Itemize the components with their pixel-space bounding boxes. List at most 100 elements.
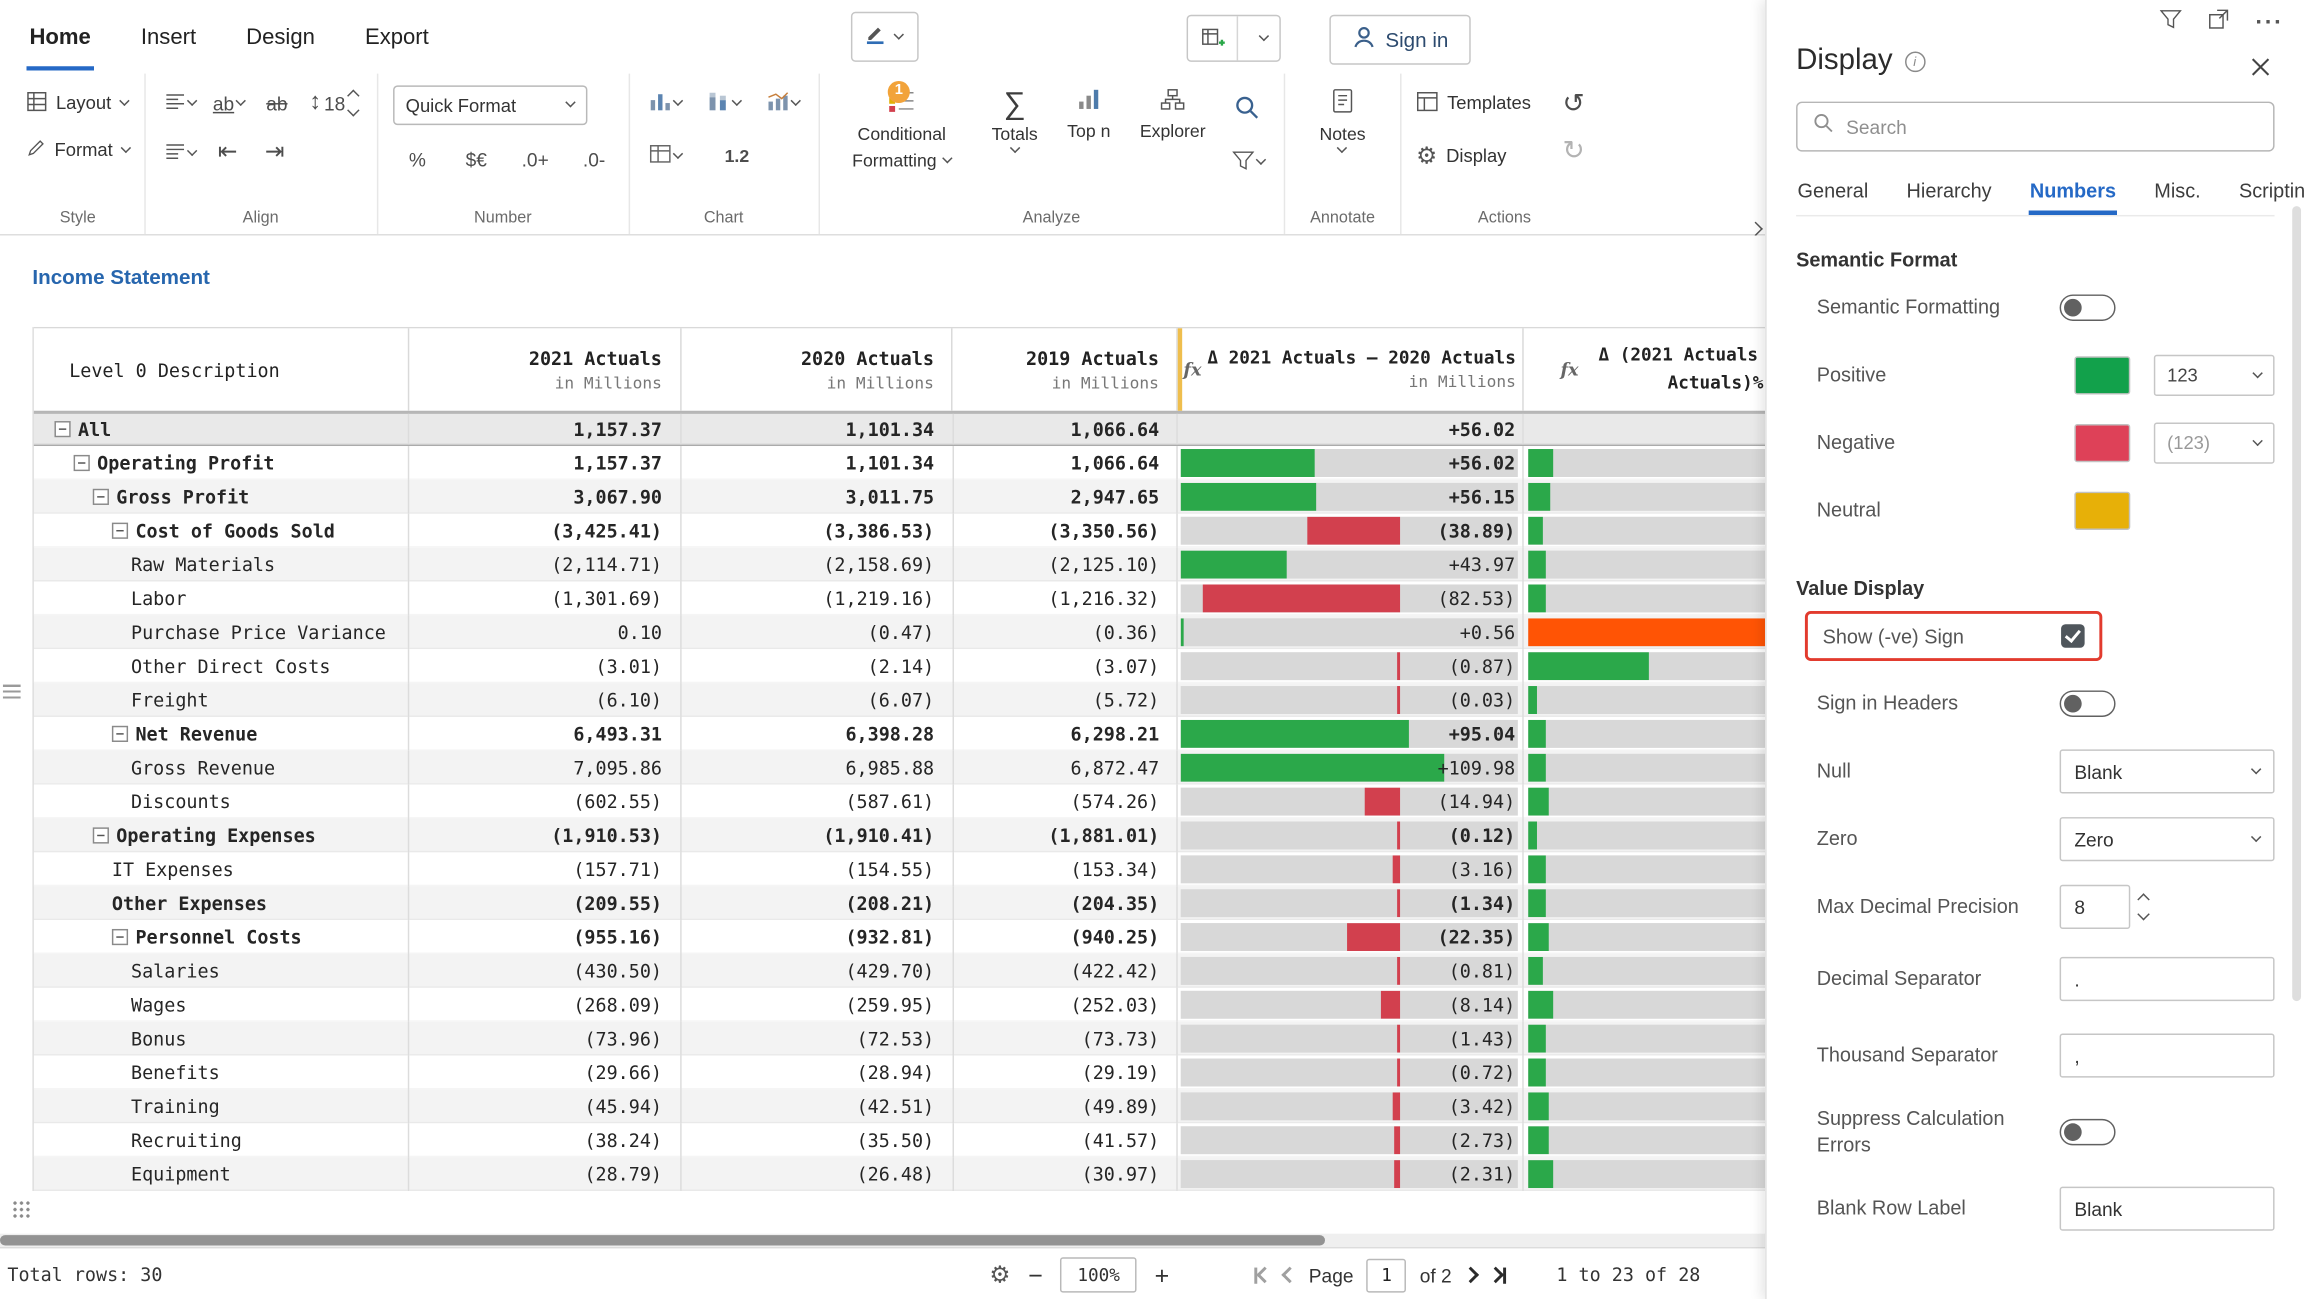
thousand-separator-input[interactable]: ,: [2060, 1033, 2275, 1077]
table-row[interactable]: Purchase Price Variance 0.10 (0.47) (0.3…: [34, 615, 1765, 649]
panel-tab-numbers[interactable]: Numbers: [2028, 169, 2117, 215]
table-row[interactable]: Wages (268.09) (259.95) (252.03) (8.14): [34, 988, 1765, 1022]
strikethrough-button[interactable]: ab: [258, 85, 296, 120]
collapse-icon[interactable]: [54, 421, 70, 437]
table-row[interactable]: Other Expenses (209.55) (208.21) (204.35…: [34, 886, 1765, 920]
conditional-formatting-button[interactable]: 1 Conditional Formatting: [834, 85, 969, 179]
zoom-level[interactable]: 100%: [1060, 1257, 1137, 1292]
table-row[interactable]: Training (45.94) (42.51) (49.89) (3.42): [34, 1089, 1765, 1123]
table-row[interactable]: Labor (1,301.69) (1,219.16) (1,216.32) (…: [34, 582, 1765, 616]
notes-button[interactable]: Notes: [1300, 85, 1385, 151]
panel-tab-general[interactable]: General: [1796, 169, 1870, 215]
panel-tab-misc[interactable]: Misc.: [2153, 169, 2202, 215]
indent-button[interactable]: ⇥: [256, 135, 294, 170]
table-row[interactable]: Gross Profit 3,067.90 3,011.75 2,947.65 …: [34, 480, 1765, 514]
settings-gear-icon[interactable]: ⚙: [989, 1260, 1010, 1289]
undo-button[interactable]: ↺: [1555, 85, 1593, 120]
chart-type-button[interactable]: [644, 138, 685, 173]
next-page-button[interactable]: [1465, 1269, 1477, 1281]
collapse-icon[interactable]: [93, 827, 109, 843]
header-delta-pct-column[interactable]: fx Δ (2021 Actuals – 2020 Actuals)%: [1524, 328, 1765, 410]
collapse-icon[interactable]: [112, 929, 128, 945]
text-align-button[interactable]: [160, 85, 200, 120]
layout-button[interactable]: Layout: [26, 85, 128, 120]
tab-export[interactable]: Export: [362, 4, 432, 70]
collapse-icon[interactable]: [112, 726, 128, 742]
filter-icon[interactable]: [2160, 9, 2182, 37]
combo-chart-button[interactable]: [762, 85, 803, 120]
top-n-button[interactable]: Top n: [1060, 85, 1118, 179]
table-row[interactable]: Freight (6.10) (6.07) (5.72) (0.03): [34, 683, 1765, 717]
popout-icon[interactable]: [2208, 9, 2229, 37]
tab-insert[interactable]: Insert: [138, 4, 199, 70]
panel-search[interactable]: [1796, 102, 2274, 152]
header-2019-actuals[interactable]: 2019 Actualsin Millions: [953, 328, 1178, 410]
wrap-text-button[interactable]: ab: [208, 85, 248, 120]
templates-button[interactable]: Templates: [1416, 85, 1531, 120]
sign-in-headers-toggle[interactable]: [2060, 690, 2116, 716]
table-row[interactable]: Benefits (29.66) (28.94) (29.19) (0.72): [34, 1056, 1765, 1090]
percent-format-button[interactable]: %: [398, 141, 436, 176]
filter-button[interactable]: [1228, 144, 1269, 179]
bar-chart-button[interactable]: [644, 85, 685, 120]
first-page-button[interactable]: [1254, 1267, 1270, 1283]
table-row[interactable]: Cost of Goods Sold (3,425.41) (3,386.53)…: [34, 514, 1765, 548]
more-options-icon[interactable]: ···: [2255, 10, 2283, 36]
zero-dropdown[interactable]: Zero: [2060, 817, 2275, 861]
display-button[interactable]: ⚙ Display: [1416, 138, 1531, 173]
table-row[interactable]: Other Direct Costs (3.01) (2.14) (3.07) …: [34, 649, 1765, 683]
neutral-color-swatch[interactable]: [2074, 492, 2130, 530]
quick-format-dropdown[interactable]: Quick Format: [392, 85, 586, 125]
header-description[interactable]: Level 0 Description: [34, 328, 409, 410]
show-negative-sign-checkbox[interactable]: [2061, 624, 2085, 648]
tab-design[interactable]: Design: [243, 4, 318, 70]
table-row[interactable]: Recruiting (38.24) (35.50) (41.57) (2.73…: [34, 1123, 1765, 1157]
collapse-icon[interactable]: [112, 523, 128, 539]
table-row[interactable]: IT Expenses (157.71) (154.55) (153.34) (…: [34, 852, 1765, 886]
positive-color-swatch[interactable]: [2074, 356, 2130, 394]
panel-tab-hierarchy[interactable]: Hierarchy: [1905, 169, 1993, 215]
header-2020-actuals[interactable]: 2020 Actualsin Millions: [681, 328, 953, 410]
collapse-icon[interactable]: [93, 489, 109, 505]
decrease-decimal-button[interactable]: .0-: [575, 141, 613, 176]
add-visual-split-button[interactable]: [1187, 15, 1281, 62]
table-row[interactable]: Salaries (430.50) (429.70) (422.42) (0.8…: [34, 954, 1765, 988]
explorer-button[interactable]: Explorer: [1132, 85, 1213, 179]
row-drag-handle-icon[interactable]: [3, 685, 21, 700]
zoom-in-button[interactable]: +: [1155, 1262, 1170, 1287]
format-painter-dropdown[interactable]: [851, 12, 919, 62]
collapse-icon[interactable]: [74, 455, 90, 471]
previous-page-button[interactable]: [1284, 1269, 1296, 1281]
totals-button[interactable]: ∑ Totals: [984, 85, 1045, 179]
decimal-display-button[interactable]: 1.2: [718, 138, 756, 173]
row-height-stepper[interactable]: ↕ 18: [305, 85, 362, 120]
negative-color-swatch[interactable]: [2074, 424, 2130, 462]
semantic-formatting-toggle[interactable]: [2060, 294, 2116, 320]
table-row[interactable]: Gross Revenue 7,095.86 6,985.88 6,872.47…: [34, 751, 1765, 785]
search-input[interactable]: [1846, 116, 2258, 138]
table-row[interactable]: Operating Expenses (1,910.53) (1,910.41)…: [34, 819, 1765, 853]
page-number-input[interactable]: [1367, 1258, 1407, 1292]
format-button[interactable]: Format: [26, 132, 128, 167]
blank-row-label-input[interactable]: Blank: [2060, 1187, 2275, 1231]
horizontal-scrollbar[interactable]: [0, 1234, 1765, 1247]
decimal-separator-input[interactable]: .: [2060, 957, 2275, 1001]
stepper-arrows[interactable]: [2139, 895, 2148, 919]
max-decimal-precision-input[interactable]: 8: [2060, 885, 2131, 929]
suppress-calculation-errors-toggle[interactable]: [2060, 1119, 2116, 1145]
close-panel-icon[interactable]: [2250, 56, 2272, 85]
redo-button[interactable]: ↻: [1555, 132, 1593, 167]
table-row[interactable]: Bonus (73.96) (72.53) (73.73) (1.43): [34, 1022, 1765, 1056]
info-icon[interactable]: [1904, 51, 1925, 72]
table-row[interactable]: Net Revenue 6,493.31 6,398.28 6,298.21 +…: [34, 717, 1765, 751]
header-delta-column[interactable]: fx Δ 2021 Actuals – 2020 Actualsin Milli…: [1178, 328, 1524, 410]
increase-decimal-button[interactable]: .0+: [516, 141, 554, 176]
header-2021-actuals[interactable]: 2021 Actualsin Millions: [409, 328, 681, 410]
panel-scrollbar[interactable]: [2292, 206, 2301, 1001]
table-row[interactable]: All 1,157.37 1,101.34 1,066.64 +56.02: [34, 412, 1765, 446]
last-page-button[interactable]: [1490, 1267, 1506, 1283]
table-row[interactable]: Personnel Costs (955.16) (932.81) (940.2…: [34, 920, 1765, 954]
stacked-chart-button[interactable]: [703, 85, 744, 120]
table-row[interactable]: Equipment (28.79) (26.48) (30.97) (2.31): [34, 1157, 1765, 1191]
table-row[interactable]: Raw Materials (2,114.71) (2,158.69) (2,1…: [34, 548, 1765, 582]
